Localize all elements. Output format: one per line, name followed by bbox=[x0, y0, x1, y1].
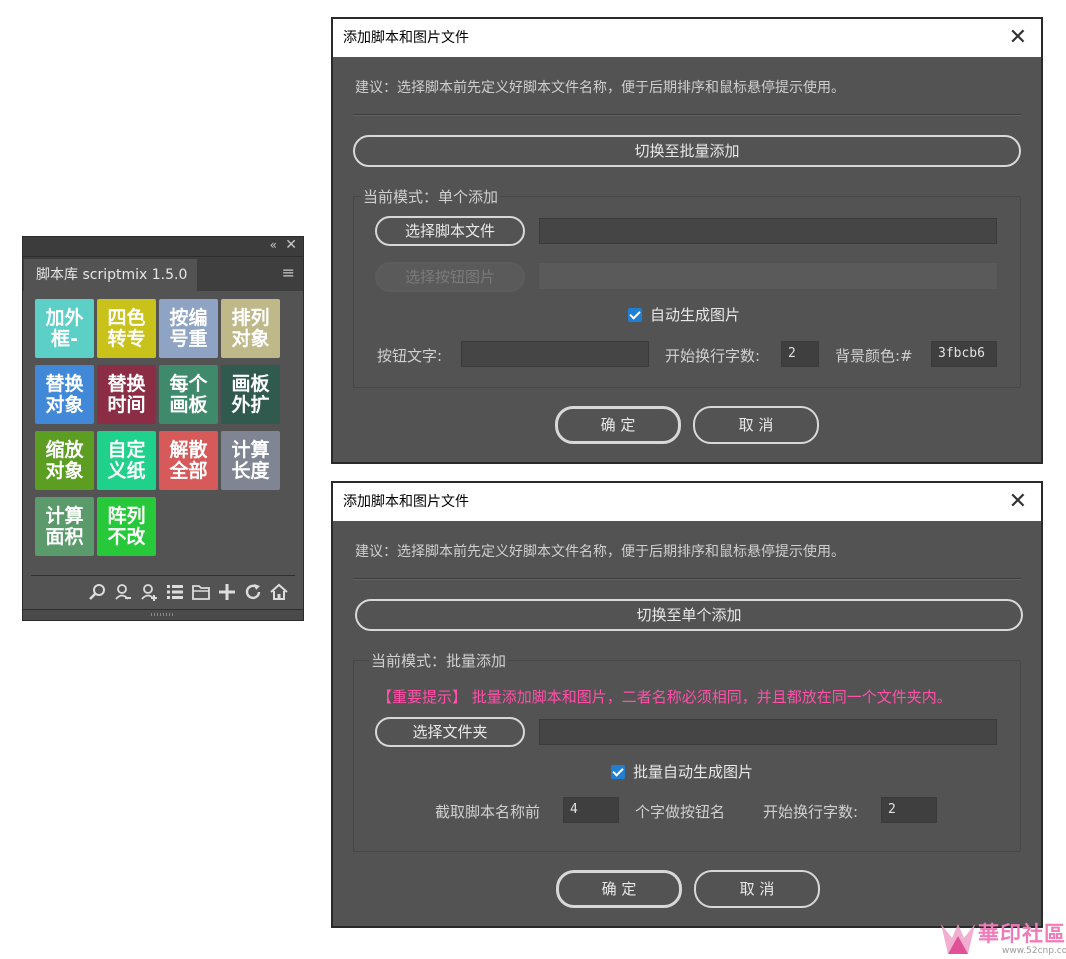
ok-button[interactable]: 确 定 bbox=[555, 406, 681, 444]
list-icon[interactable] bbox=[165, 582, 185, 602]
auto-image-option[interactable]: 自动生成图片 bbox=[628, 304, 740, 325]
cancel-button[interactable]: 取 消 bbox=[694, 870, 820, 908]
script-tile[interactable]: 替换 时间 bbox=[97, 365, 156, 424]
script-tile[interactable]: 阵列 不改 bbox=[97, 497, 156, 556]
batch-auto-image-option[interactable]: 批量自动生成图片 bbox=[611, 761, 753, 782]
user-plus-icon[interactable] bbox=[139, 582, 159, 602]
chars-label: 个字做按钮名 bbox=[635, 803, 726, 821]
batch-auto-image-label: 批量自动生成图片 bbox=[633, 763, 754, 781]
user-minus-icon[interactable] bbox=[113, 582, 133, 602]
mode-label: 当前模式：单个添加 bbox=[361, 186, 501, 207]
panel-menu-icon[interactable]: ≡ bbox=[282, 263, 295, 282]
script-tile[interactable]: 四色 转专 bbox=[97, 299, 156, 358]
wrap-count-input[interactable]: 2 bbox=[881, 797, 937, 823]
ok-button[interactable]: 确 定 bbox=[556, 870, 682, 908]
dialog-titlebar: 添加脚本和图片文件 ✕ bbox=[333, 483, 1041, 521]
script-tile[interactable]: 解散 全部 bbox=[159, 431, 218, 490]
dialog-titlebar: 添加脚本和图片文件 ✕ bbox=[333, 19, 1041, 57]
auto-image-label: 自动生成图片 bbox=[650, 306, 741, 324]
script-path-field[interactable] bbox=[539, 218, 997, 244]
panel-tab-row: 脚本库 scriptmix 1.5.0 ≡ bbox=[23, 257, 303, 291]
collapse-icon[interactable]: « bbox=[270, 238, 277, 252]
refresh-icon[interactable] bbox=[243, 582, 263, 602]
auto-image-checkbox[interactable] bbox=[628, 307, 642, 322]
watermark-logo-icon bbox=[941, 924, 975, 954]
panel-divider bbox=[31, 575, 295, 576]
bg-color-label: 背景颜色:# bbox=[835, 347, 913, 365]
dialog-title: 添加脚本和图片文件 bbox=[343, 494, 469, 510]
script-tile[interactable]: 缩放 对象 bbox=[35, 431, 94, 490]
close-icon[interactable]: ✕ bbox=[285, 237, 297, 253]
add-script-dialog-single: 添加脚本和图片文件 ✕ 建议：选择脚本前先定义好脚本文件名称，便于后期排序和鼠标… bbox=[331, 17, 1043, 464]
script-tile[interactable]: 替换 对象 bbox=[35, 365, 94, 424]
dialog-separator bbox=[353, 578, 1021, 580]
watermark-url: www.52cnp.com bbox=[1002, 946, 1066, 956]
script-tile[interactable]: 计算 面积 bbox=[35, 497, 94, 556]
script-tile[interactable]: 画板 外扩 bbox=[221, 365, 280, 424]
panel-toolbar bbox=[87, 582, 289, 604]
wrap-count-input[interactable]: 2 bbox=[781, 341, 819, 367]
bg-color-input[interactable]: 3fbcb6 bbox=[931, 341, 997, 367]
button-text-label: 按钮文字: bbox=[377, 347, 443, 365]
script-tile[interactable]: 每个 画板 bbox=[159, 365, 218, 424]
batch-auto-image-checkbox[interactable] bbox=[611, 764, 625, 779]
batch-warning: 【重要提示】 批量添加脚本和图片，二者名称必须相同，并且都放在同一个文件夹内。 bbox=[377, 688, 952, 706]
watermark: 華印社區 www.52cnp.com bbox=[938, 916, 1066, 959]
select-folder-button[interactable]: 选择文件夹 bbox=[375, 717, 525, 747]
script-tile[interactable]: 排列 对象 bbox=[221, 299, 280, 358]
dialog-hint: 建议：选择脚本前先定义好脚本文件名称，便于后期排序和鼠标悬停提示使用。 bbox=[355, 544, 845, 560]
add-script-dialog-batch: 添加脚本和图片文件 ✕ 建议：选择脚本前先定义好脚本文件名称，便于后期排序和鼠标… bbox=[331, 481, 1043, 928]
select-image-button[interactable]: 选择按钮图片 bbox=[375, 262, 525, 292]
folder-icon[interactable] bbox=[191, 582, 211, 602]
resize-grip[interactable] bbox=[23, 609, 303, 620]
dialog-title: 添加脚本和图片文件 bbox=[343, 30, 469, 46]
folder-path-field[interactable] bbox=[539, 719, 997, 745]
switch-mode-button[interactable]: 切换至单个添加 bbox=[355, 599, 1023, 631]
home-icon[interactable] bbox=[269, 582, 289, 602]
plus-icon[interactable] bbox=[217, 582, 237, 602]
panel-topbar: « ✕ bbox=[23, 237, 303, 257]
switch-mode-button[interactable]: 切换至批量添加 bbox=[353, 135, 1021, 167]
watermark-text: 華印社區 bbox=[978, 922, 1066, 946]
close-icon[interactable]: ✕ bbox=[1009, 483, 1027, 521]
wrap-count-label: 开始换行字数: bbox=[665, 347, 761, 365]
button-text-input[interactable] bbox=[461, 341, 649, 367]
select-script-button[interactable]: 选择脚本文件 bbox=[375, 216, 525, 246]
wrap-count-label: 开始换行字数: bbox=[763, 803, 859, 821]
dialog-hint: 建议：选择脚本前先定义好脚本文件名称，便于后期排序和鼠标悬停提示使用。 bbox=[355, 80, 845, 96]
script-tile[interactable]: 计算 长度 bbox=[221, 431, 280, 490]
dialog-separator bbox=[353, 114, 1021, 116]
close-icon[interactable]: ✕ bbox=[1009, 19, 1027, 57]
script-panel: « ✕ 脚本库 scriptmix 1.5.0 ≡ 加外 框- 四色 转专 按编… bbox=[22, 236, 304, 621]
script-tile[interactable]: 按编 号重 bbox=[159, 299, 218, 358]
cancel-button[interactable]: 取 消 bbox=[693, 406, 819, 444]
image-path-field[interactable] bbox=[539, 263, 997, 289]
panel-tab[interactable]: 脚本库 scriptmix 1.5.0 bbox=[24, 259, 197, 291]
script-tile[interactable]: 加外 框- bbox=[35, 299, 94, 358]
search-icon[interactable] bbox=[87, 582, 107, 602]
truncate-count-input[interactable]: 4 bbox=[563, 797, 619, 823]
script-tile[interactable]: 自定 义纸 bbox=[97, 431, 156, 490]
truncate-label: 截取脚本名称前 bbox=[435, 803, 541, 821]
mode-label: 当前模式：批量添加 bbox=[369, 650, 509, 671]
